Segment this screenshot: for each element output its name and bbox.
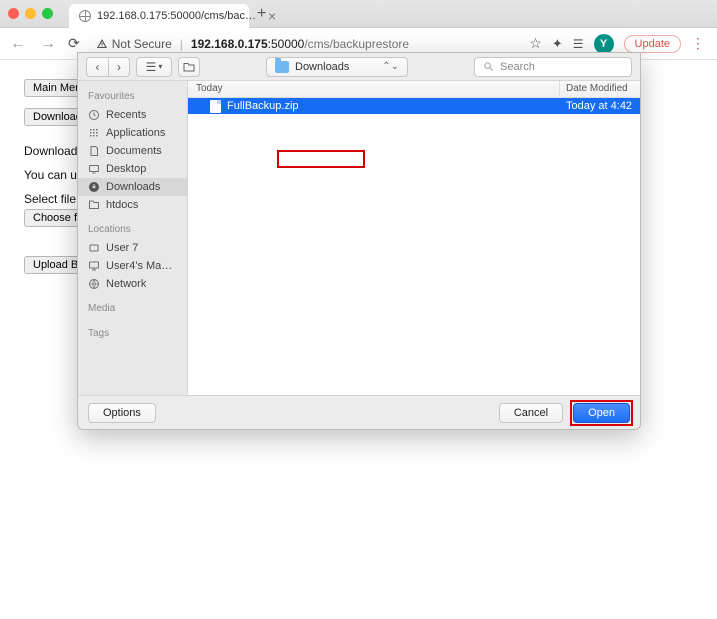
forward-button[interactable]: → (38, 35, 58, 53)
open-button[interactable]: Open (573, 403, 630, 423)
update-button[interactable]: Update (624, 35, 681, 53)
url-separator: | (180, 37, 183, 51)
search-icon (483, 61, 494, 72)
sidebar-item-label: User4's Mac m… (106, 260, 177, 272)
view-mode-button[interactable]: ☰ ▾ (136, 57, 172, 77)
sidebar-fav-recents[interactable]: Recents (78, 106, 187, 124)
back-button[interactable]: ← (8, 35, 28, 53)
file-list-header: Today Date Modified (188, 81, 640, 98)
dialog-toolbar: ‹ › ☰ ▾ Downloads ⌃⌄ Search (78, 53, 640, 81)
folder-up-icon[interactable] (178, 57, 200, 77)
nav-back-button[interactable]: ‹ (86, 57, 108, 77)
sidebar-item-label: Downloads (106, 181, 160, 193)
nav-forward-button[interactable]: › (108, 57, 130, 77)
toolbar-right: ☆ ✦ ☰ Y Update ⋮ (529, 34, 705, 54)
sidebar-item-label: Network (106, 278, 146, 290)
bookmark-icon[interactable]: ☆ (529, 35, 542, 52)
dialog-footer: Options Cancel Open (78, 395, 640, 429)
cancel-button[interactable]: Cancel (499, 403, 563, 423)
maximize-window-button[interactable] (42, 8, 53, 19)
column-date[interactable]: Date Modified (560, 81, 640, 97)
location-label: Downloads (295, 61, 349, 73)
sidebar-heading-media: Media (78, 299, 187, 318)
file-open-dialog: ‹ › ☰ ▾ Downloads ⌃⌄ Search Favourites R… (77, 52, 641, 430)
warning-icon (96, 38, 108, 50)
download-icon (88, 181, 100, 193)
sidebar-heading-favourites: Favourites (78, 87, 187, 106)
sidebar-item-label: Desktop (106, 163, 146, 175)
search-placeholder: Search (500, 61, 535, 73)
column-name[interactable]: Today (188, 81, 560, 97)
doc-icon (88, 145, 100, 157)
sidebar-loc-network[interactable]: Network (78, 275, 187, 293)
monitor-icon (88, 260, 100, 272)
file-date: Today at 4:42 (560, 100, 640, 112)
file-list: Today Date Modified FullBackup.zip Today… (188, 81, 640, 395)
address-bar[interactable]: Not Secure | 192.168.0.175:50000/cms/bac… (90, 37, 520, 51)
profile-avatar[interactable]: Y (594, 34, 614, 54)
menu-icon[interactable]: ⋮ (691, 35, 705, 52)
sidebar-loc-user-7[interactable]: User 7 (78, 239, 187, 257)
dialog-main: Favourites Recents Applications Documents D… (78, 81, 640, 395)
folder-icon (275, 61, 289, 73)
sidebar-heading-tags: Tags (78, 324, 187, 343)
sidebar-fav-htdocs[interactable]: htdocs (78, 196, 187, 214)
clock-icon (88, 109, 100, 121)
sidebar-fav-downloads[interactable]: Downloads (78, 178, 187, 196)
disk-icon (88, 242, 100, 254)
apps-icon (88, 127, 100, 139)
desktop-icon (88, 163, 100, 175)
tab-title: 192.168.0.175:50000/cms/bac… (97, 10, 256, 22)
extensions-icon[interactable]: ✦ (552, 36, 563, 52)
nav-segment: ‹ › (86, 57, 130, 77)
globe-icon (88, 278, 100, 290)
location-popup[interactable]: Downloads ⌃⌄ (266, 57, 408, 77)
close-window-button[interactable] (8, 8, 19, 19)
browser-tab[interactable]: 192.168.0.175:50000/cms/bac… × (69, 4, 249, 28)
file-row-selected[interactable]: FullBackup.zip Today at 4:42 (188, 98, 640, 114)
security-indicator[interactable]: Not Secure (96, 37, 172, 51)
close-tab-icon[interactable]: × (268, 8, 276, 24)
dialog-sidebar: Favourites Recents Applications Documents D… (78, 81, 188, 395)
sidebar-fav-desktop[interactable]: Desktop (78, 160, 187, 178)
new-tab-button[interactable]: + (257, 5, 266, 23)
options-button[interactable]: Options (88, 403, 156, 423)
dialog-search-field[interactable]: Search (474, 57, 632, 77)
folder-icon (88, 199, 100, 211)
sidebar-item-label: Documents (106, 145, 162, 157)
sidebar-fav-applications[interactable]: Applications (78, 124, 187, 142)
sidebar-item-label: Applications (106, 127, 165, 139)
file-icon (210, 100, 221, 113)
browser-titlebar: 192.168.0.175:50000/cms/bac… × + (0, 0, 717, 28)
globe-icon (79, 10, 91, 22)
url-text: 192.168.0.175:50000/cms/backuprestore (191, 37, 409, 51)
sidebar-item-label: htdocs (106, 199, 138, 211)
reload-button[interactable]: ⟳ (68, 35, 80, 52)
window-controls (8, 8, 53, 19)
not-secure-label: Not Secure (112, 37, 172, 51)
sidebar-heading-locations: Locations (78, 220, 187, 239)
sidebar-fav-documents[interactable]: Documents (78, 142, 187, 160)
reading-list-icon[interactable]: ☰ (573, 37, 584, 51)
file-name: FullBackup.zip (227, 100, 299, 112)
minimize-window-button[interactable] (25, 8, 36, 19)
sidebar-item-label: Recents (106, 109, 146, 121)
sidebar-item-label: User 7 (106, 242, 138, 254)
chevron-updown-icon: ⌃⌄ (382, 61, 399, 72)
sidebar-loc-user4-s-mac-m-[interactable]: User4's Mac m… (78, 257, 187, 275)
